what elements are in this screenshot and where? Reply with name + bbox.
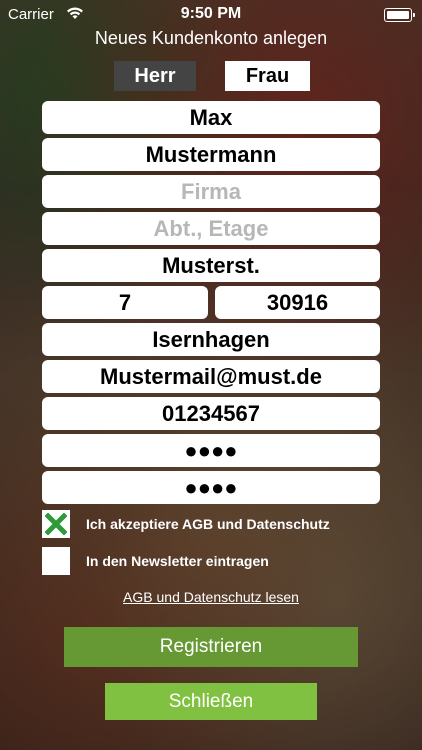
zip-field[interactable]: 30916 [215,286,380,319]
street-field[interactable]: Musterst. [42,249,380,282]
phone-field[interactable]: 01234567 [42,397,380,430]
department-field[interactable]: Abt., Etage [42,212,380,245]
register-button[interactable]: Registrieren [64,627,358,667]
password-confirm-field[interactable]: ●●●● [42,471,380,504]
newsletter-checkbox-label: In den Newsletter eintragen [86,553,269,569]
agb-checkbox-label: Ich akzeptiere AGB und Datenschutz [86,516,330,532]
agb-link[interactable]: AGB und Datenschutz lesen [0,589,422,605]
status-bar: Carrier 9:50 PM [0,0,422,28]
password-field[interactable]: ●●●● [42,434,380,467]
newsletter-row: In den Newsletter eintragen [42,546,380,576]
email-field[interactable]: Mustermail@must.de [42,360,380,393]
house-number-field[interactable]: 7 [42,286,208,319]
first-name-field[interactable]: Max [42,101,380,134]
agb-consent-row: Ich akzeptiere AGB und Datenschutz [42,509,380,539]
close-button[interactable]: Schließen [105,683,317,720]
checkmark-x-icon [45,513,67,535]
city-field[interactable]: Isernhagen [42,323,380,356]
company-field[interactable]: Firma [42,175,380,208]
last-name-field[interactable]: Mustermann [42,138,380,171]
gender-selector: Herr Frau [114,61,310,91]
agb-checkbox[interactable] [42,510,70,538]
newsletter-checkbox[interactable] [42,547,70,575]
gender-herr-button[interactable]: Herr [114,61,196,91]
gender-frau-button[interactable]: Frau [225,61,310,91]
page-title: Neues Kundenkonto anlegen [94,28,328,48]
clock: 9:50 PM [180,5,242,22]
battery-icon [384,8,415,22]
